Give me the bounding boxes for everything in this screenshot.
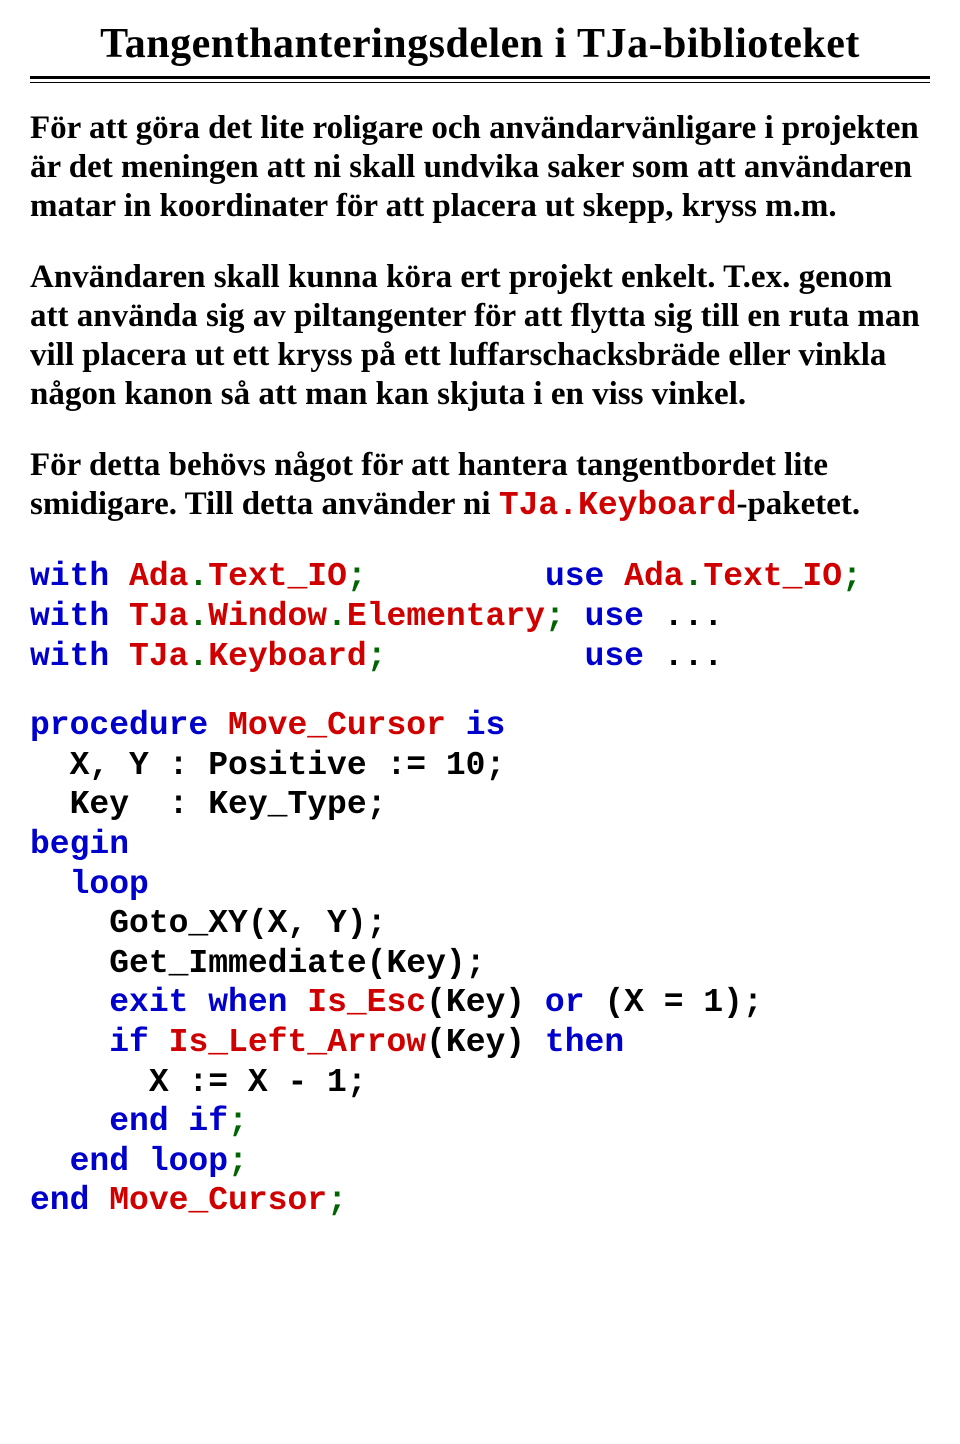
kw-use-3: use [585, 638, 644, 675]
pkg-textio-1: Text_IO [208, 558, 347, 595]
kw-with-3: with [30, 638, 109, 675]
proc-name-end: Move_Cursor [109, 1182, 327, 1219]
code-with-clauses: with Ada.Text_IO; use Ada.Text_IO; with … [30, 557, 930, 676]
inline-code-tja-keyboard: TJa.Keyboard [499, 487, 737, 524]
kw-then: then [545, 1024, 624, 1061]
pad [367, 558, 545, 595]
title-rule-bottom [30, 82, 930, 83]
kw-if: if [109, 1024, 149, 1061]
dot: . [188, 638, 208, 675]
dot: . [188, 598, 208, 635]
paragraph-3: För detta behövs något för att hantera t… [30, 446, 930, 526]
paragraph-2: Användaren skall kunna köra ert projekt … [30, 258, 930, 414]
call-gotoxy: Goto_XY(X, Y); [30, 905, 386, 942]
rest: ... [644, 638, 723, 675]
kw-endif: end if [109, 1103, 228, 1140]
code-procedure: procedure Move_Cursor is X, Y : Positive… [30, 706, 930, 1221]
decl-xy: X, Y : Positive := 10; [30, 747, 505, 784]
kw-use-1: use [545, 558, 604, 595]
kw-use-2: use [585, 598, 644, 635]
pad [387, 638, 585, 675]
pkg-textio-2: Text_IO [703, 558, 842, 595]
assign-x: X := X - 1; [30, 1064, 367, 1101]
kw-procedure: procedure [30, 707, 208, 744]
call-getimmediate: Get_Immediate(Key); [30, 945, 485, 982]
kw-endloop: end loop [70, 1143, 228, 1180]
sc: ; [367, 638, 387, 675]
title-rule-top [30, 76, 930, 79]
fn-isleftarrow: Is_Left_Arrow [169, 1024, 426, 1061]
kw-loop: loop [30, 866, 149, 903]
pkg-tja-2: TJa [129, 638, 188, 675]
kw-with-2: with [30, 598, 109, 635]
rest: ... [644, 598, 723, 635]
page-title: Tangenthanteringsdelen i TJa-biblioteket [30, 20, 930, 68]
pkg-elementary: Elementary [347, 598, 545, 635]
kw-with-1: with [30, 558, 109, 595]
proc-name: Move_Cursor [228, 707, 446, 744]
kw-end: end [30, 1182, 89, 1219]
pkg-window: Window [208, 598, 327, 635]
fn-isesc: Is_Esc [307, 984, 426, 1021]
paragraph-1: För att göra det lite roligare och använ… [30, 109, 930, 226]
pkg-keyboard: Keyboard [208, 638, 366, 675]
cond-x1: (X = 1); [604, 984, 762, 1021]
sc: ; [347, 558, 367, 595]
decl-key: Key : Key_Type; [30, 786, 386, 823]
kw-begin: begin [30, 826, 129, 863]
pkg-tja-1: TJa [129, 598, 188, 635]
dot: . [188, 558, 208, 595]
pkg-ada-2: Ada [624, 558, 683, 595]
paragraph-3-post: -paketet. [736, 486, 860, 522]
dot: . [327, 598, 347, 635]
page: Tangenthanteringsdelen i TJa-biblioteket… [0, 0, 960, 1444]
kw-is: is [466, 707, 506, 744]
pkg-ada-1: Ada [129, 558, 188, 595]
sc: ; [842, 558, 862, 595]
sc: ; [545, 598, 565, 635]
dot: . [684, 558, 704, 595]
pad [565, 598, 585, 635]
kw-or: or [545, 984, 585, 1021]
args-isesc: (Key) [426, 984, 545, 1021]
args-isleftarrow: (Key) [426, 1024, 545, 1061]
kw-exit-when: exit when [109, 984, 287, 1021]
